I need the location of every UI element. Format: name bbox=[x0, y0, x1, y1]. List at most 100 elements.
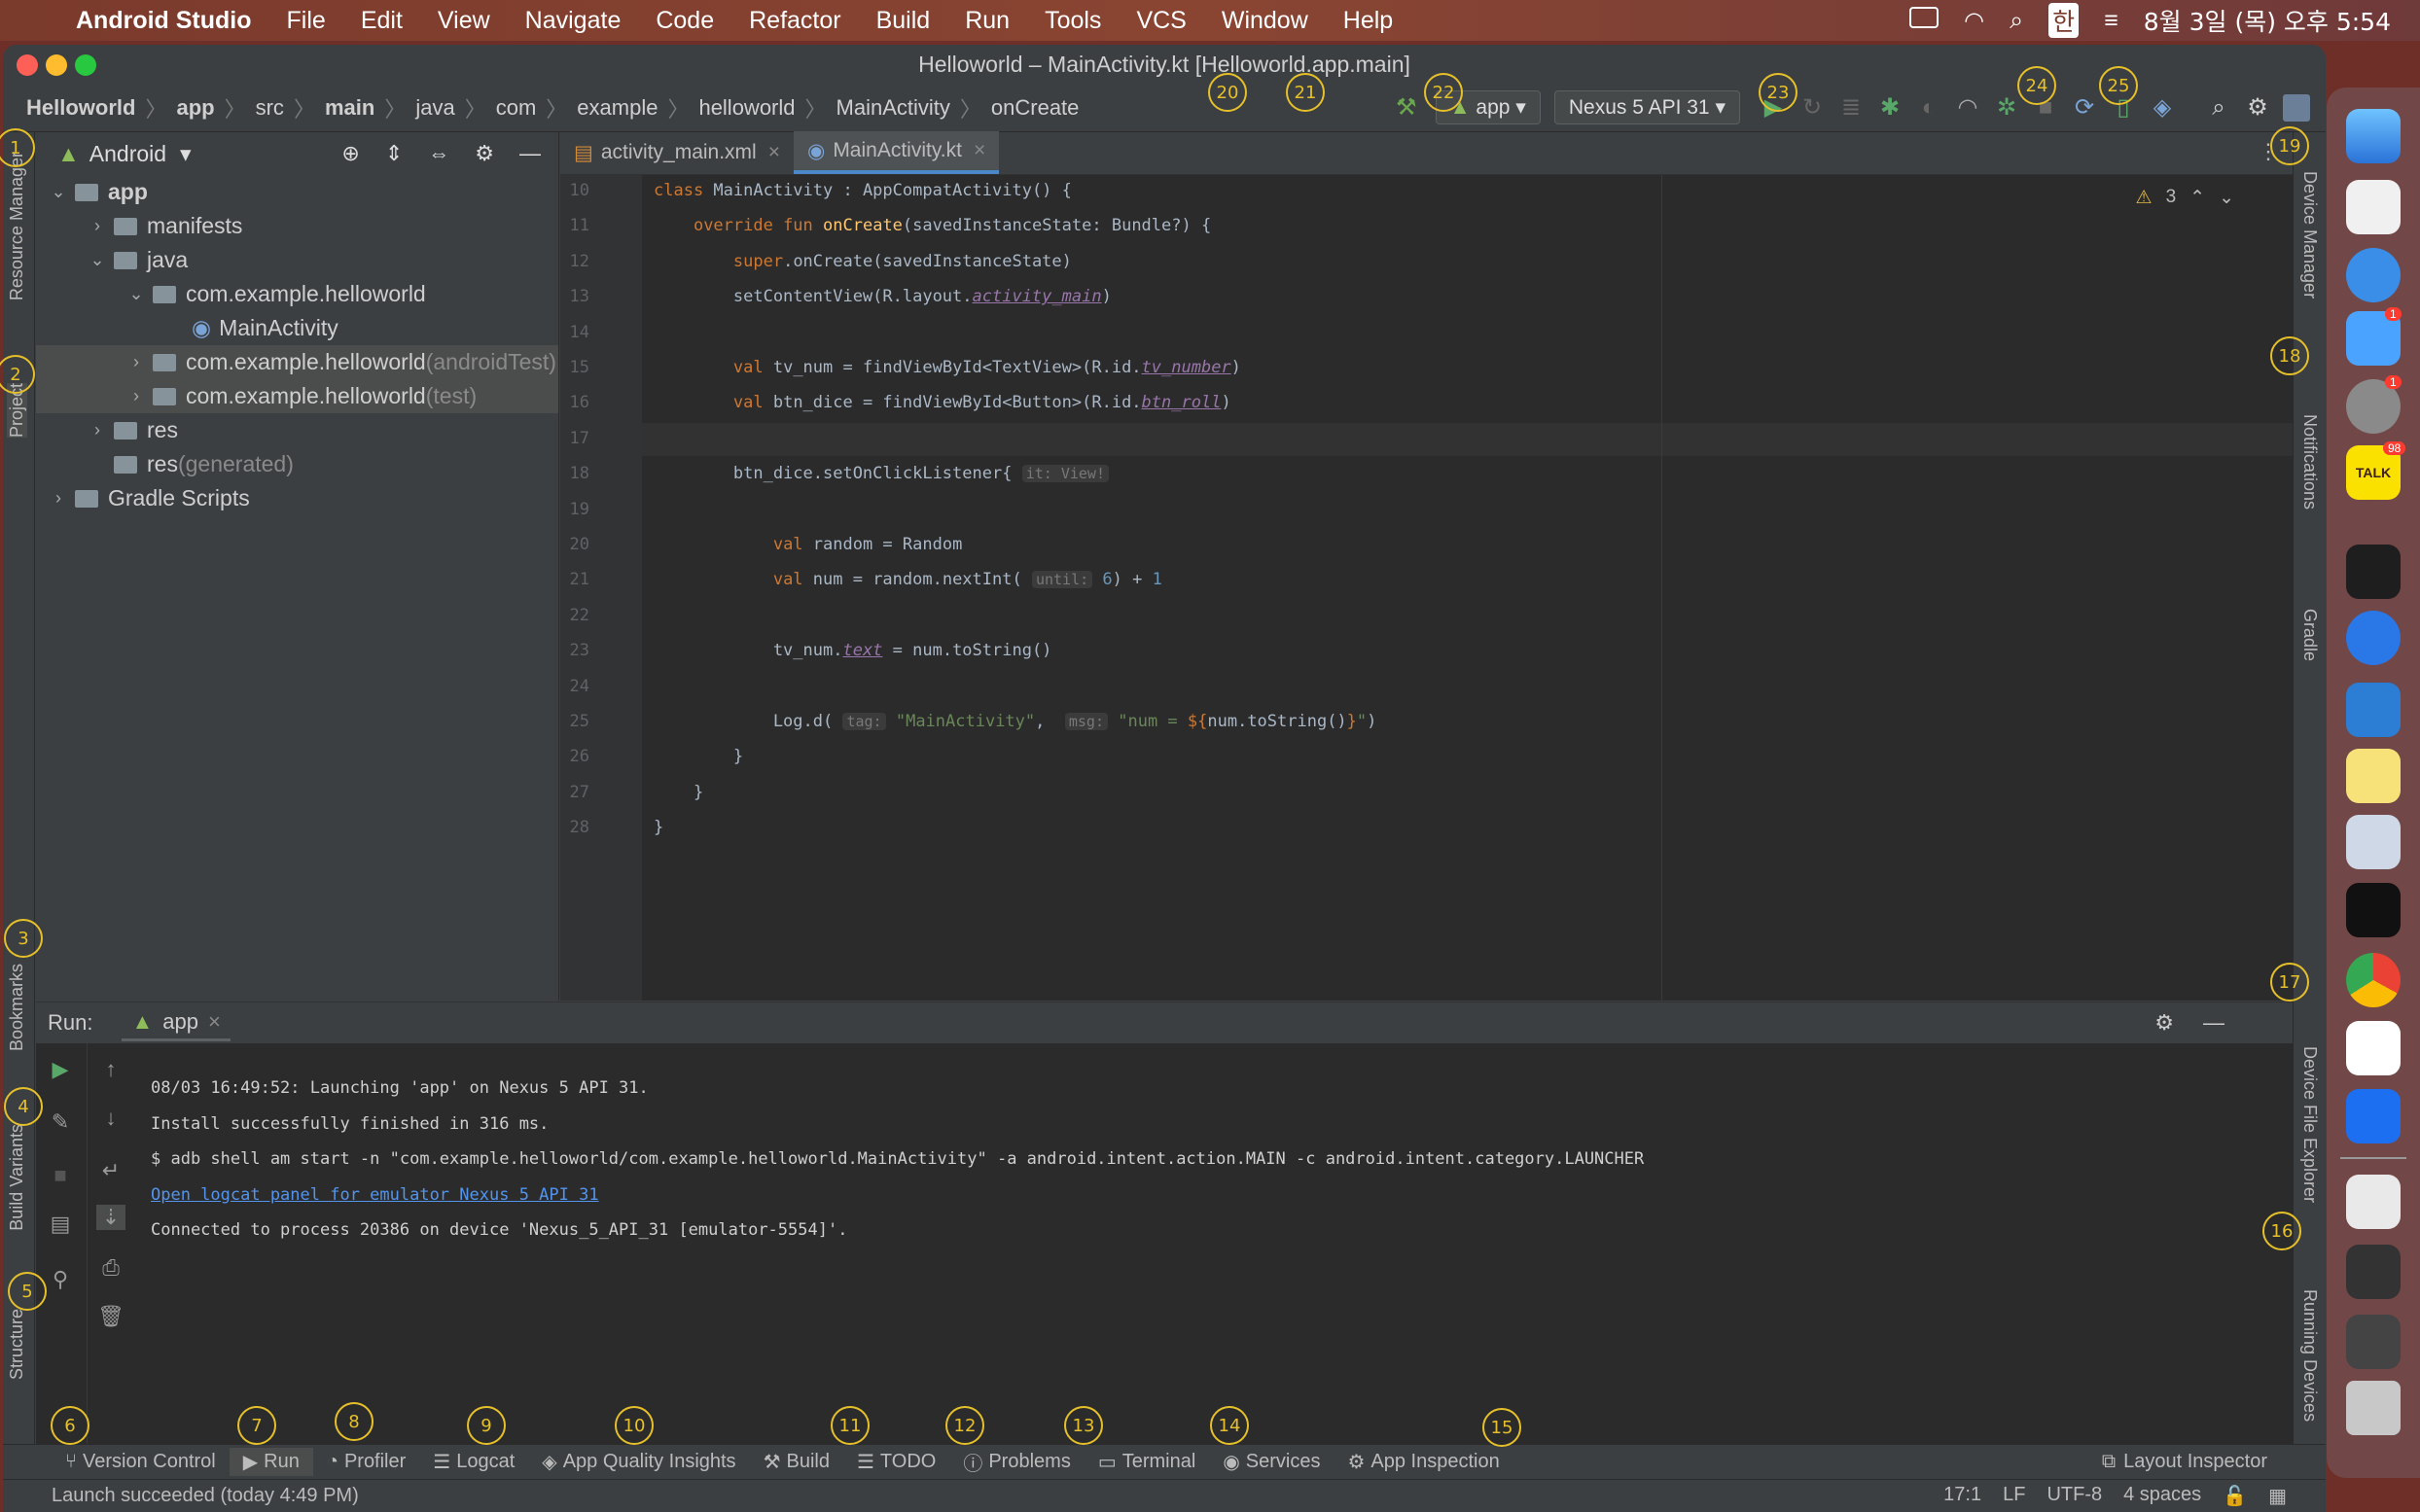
console-link[interactable]: Open logcat panel for emulator Nexus 5 A… bbox=[151, 1185, 599, 1205]
code-area[interactable]: class MainActivity : AppCompatActivity()… bbox=[560, 175, 2293, 1001]
tool-gradle[interactable]: Gradle bbox=[2299, 609, 2320, 661]
chevron-right-icon[interactable]: › bbox=[87, 420, 108, 440]
pin-icon[interactable]: ⚲ bbox=[46, 1267, 75, 1292]
menu-help[interactable]: Help bbox=[1326, 7, 1410, 35]
sourcetree-icon[interactable] bbox=[2346, 611, 2401, 665]
tab-activity-main-xml[interactable]: ▤ activity_main.xml × bbox=[560, 131, 794, 174]
profile-icon[interactable]: ◠ bbox=[1954, 94, 1981, 122]
tool-terminal[interactable]: ▭ Terminal bbox=[1085, 1448, 1209, 1476]
tool-build[interactable]: ⚒ Build bbox=[750, 1448, 843, 1476]
trash-icon[interactable] bbox=[2346, 1381, 2401, 1435]
prev-highlight-icon[interactable]: ⌃ bbox=[2189, 187, 2205, 209]
options-gear-icon[interactable]: ⚙ bbox=[475, 141, 494, 166]
menu-run[interactable]: Run bbox=[947, 7, 1027, 35]
menubar-clock[interactable]: 8월 3일 (목) 오후 5:54 bbox=[2144, 3, 2391, 38]
screenshots-stack-icon[interactable] bbox=[2346, 1315, 2401, 1369]
tool-device-manager[interactable]: Device Manager bbox=[2299, 171, 2320, 299]
rerun-icon[interactable]: ▶ bbox=[46, 1057, 75, 1082]
tool-todo[interactable]: ☰ TODO bbox=[843, 1448, 949, 1476]
tree-node[interactable]: ◉ MainActivity bbox=[36, 311, 558, 345]
menu-vcs[interactable]: VCS bbox=[1119, 7, 1203, 35]
tool-build-variants[interactable]: Build Variants bbox=[7, 1124, 27, 1231]
chevron-down-icon[interactable]: ⌄ bbox=[48, 182, 69, 202]
locate-icon[interactable]: ⊕ bbox=[341, 141, 359, 166]
breadcrumb-item[interactable]: onCreate bbox=[985, 95, 1085, 121]
tool-version-control[interactable]: ⑂ Version Control bbox=[52, 1448, 230, 1476]
finder-icon[interactable] bbox=[2346, 109, 2401, 163]
wrench-icon[interactable]: ✎ bbox=[46, 1109, 75, 1135]
attach-debugger-icon[interactable]: ◐ bbox=[1915, 94, 1942, 122]
stop-icon[interactable]: ■ bbox=[46, 1163, 75, 1188]
vscode-icon[interactable] bbox=[2346, 683, 2401, 737]
attach-process-icon[interactable]: ✲ bbox=[1993, 94, 2020, 122]
layout-icon[interactable]: ▤ bbox=[46, 1212, 75, 1237]
zoom-window-button[interactable] bbox=[75, 54, 96, 76]
tree-node[interactable]: ⌄ java bbox=[36, 243, 558, 277]
chevron-down-icon[interactable]: ⌄ bbox=[125, 284, 147, 304]
spotlight-icon[interactable]: ⌕ bbox=[2010, 7, 2023, 35]
minimize-window-button[interactable] bbox=[46, 54, 67, 76]
file-encoding[interactable]: UTF-8 bbox=[2046, 1484, 2102, 1508]
terminal-icon[interactable] bbox=[2346, 883, 2401, 937]
scroll-down-icon[interactable]: ↓ bbox=[96, 1106, 125, 1131]
breadcrumb-item[interactable]: example bbox=[571, 95, 663, 121]
downloads-stack-icon[interactable] bbox=[2346, 1245, 2401, 1299]
menu-code[interactable]: Code bbox=[638, 7, 731, 35]
caret-position[interactable]: 17:1 bbox=[1943, 1484, 1981, 1508]
activity-monitor-icon[interactable] bbox=[2346, 545, 2401, 599]
breadcrumb-item[interactable]: MainActivity bbox=[831, 95, 956, 121]
chrome-icon[interactable] bbox=[2346, 953, 2401, 1007]
tool-app-inspection[interactable]: ⚙ App Inspection bbox=[1334, 1448, 1512, 1476]
line-separator[interactable]: LF bbox=[2003, 1484, 2025, 1508]
tool-device-file-explorer[interactable]: Device File Explorer bbox=[2299, 1046, 2320, 1203]
tab-mainactivity-kt[interactable]: ◉ MainActivity.kt × bbox=[793, 131, 1000, 174]
tool-running-devices[interactable]: Running Devices bbox=[2299, 1289, 2320, 1422]
run-tab-app[interactable]: ▲ app × bbox=[122, 1005, 231, 1041]
apply-code-changes-icon[interactable]: ≣ bbox=[1837, 94, 1865, 122]
apply-changes-icon[interactable]: ↻ bbox=[1798, 94, 1826, 122]
sync-gradle-icon[interactable]: ⟳ bbox=[2071, 94, 2098, 122]
memory-indicator-icon[interactable]: ▦ bbox=[2268, 1484, 2287, 1508]
menu-build[interactable]: Build bbox=[859, 7, 948, 35]
menu-view[interactable]: View bbox=[420, 7, 508, 35]
input-method[interactable]: 한 bbox=[2048, 3, 2080, 38]
tool-run[interactable]: ▶ Run bbox=[229, 1448, 313, 1476]
status-message[interactable]: Launch succeeded (today 4:49 PM) bbox=[52, 1485, 359, 1507]
settings-icon[interactable]: ⚙ bbox=[2154, 1010, 2174, 1036]
menu-file[interactable]: File bbox=[269, 7, 343, 35]
profile-avatar[interactable] bbox=[2283, 93, 2310, 122]
tree-node[interactable]: ⌄ app bbox=[36, 175, 558, 209]
make-project-icon[interactable]: ⚒ bbox=[1393, 94, 1420, 122]
layout-inspector-button[interactable]: ⧉ Layout Inspector bbox=[2102, 1451, 2326, 1473]
tool-problems[interactable]: ⓘ Problems bbox=[949, 1448, 1084, 1476]
tree-node[interactable]: res (generated) bbox=[36, 447, 558, 481]
close-tab-icon[interactable]: × bbox=[768, 141, 780, 164]
soft-wrap-icon[interactable]: ↵ bbox=[96, 1158, 125, 1183]
app-store-icon[interactable] bbox=[2346, 1089, 2401, 1143]
close-window-button[interactable] bbox=[17, 54, 38, 76]
control-center-icon[interactable]: ≡ bbox=[2104, 7, 2118, 35]
chevron-right-icon[interactable]: › bbox=[87, 216, 108, 236]
breadcrumb-item[interactable]: Helloworld bbox=[20, 95, 141, 121]
debug-icon[interactable]: ✱ bbox=[1876, 94, 1904, 122]
close-tab-icon[interactable]: × bbox=[974, 139, 985, 162]
tree-node[interactable]: › com.example.helloworld (androidTest) bbox=[36, 345, 558, 379]
hide-panel-icon[interactable]: — bbox=[519, 141, 541, 166]
tool-resource-manager[interactable]: Resource Manager bbox=[7, 152, 27, 300]
print-icon[interactable]: ⎙ bbox=[96, 1255, 125, 1281]
scroll-to-end-icon[interactable]: ⇣ bbox=[96, 1205, 125, 1230]
tool-services[interactable]: ◉ Services bbox=[1209, 1448, 1334, 1476]
chevron-down-icon[interactable]: ⌄ bbox=[87, 250, 108, 270]
tool-notifications[interactable]: Notifications bbox=[2299, 414, 2320, 510]
chevron-right-icon[interactable]: › bbox=[125, 352, 147, 372]
notes-icon[interactable] bbox=[2346, 749, 2401, 803]
slack-icon[interactable] bbox=[2346, 1021, 2401, 1075]
documents-stack-icon[interactable] bbox=[2346, 1175, 2401, 1229]
collapse-all-icon[interactable]: ⇔ bbox=[428, 141, 449, 166]
indent-setting[interactable]: 4 spaces bbox=[2123, 1484, 2201, 1508]
trash-icon[interactable]: 🗑 bbox=[96, 1304, 125, 1329]
tool-structure[interactable]: Structure bbox=[7, 1309, 27, 1380]
app-menu[interactable]: Android Studio bbox=[58, 7, 269, 35]
menu-edit[interactable]: Edit bbox=[343, 7, 420, 35]
preview-icon[interactable] bbox=[2346, 815, 2401, 869]
